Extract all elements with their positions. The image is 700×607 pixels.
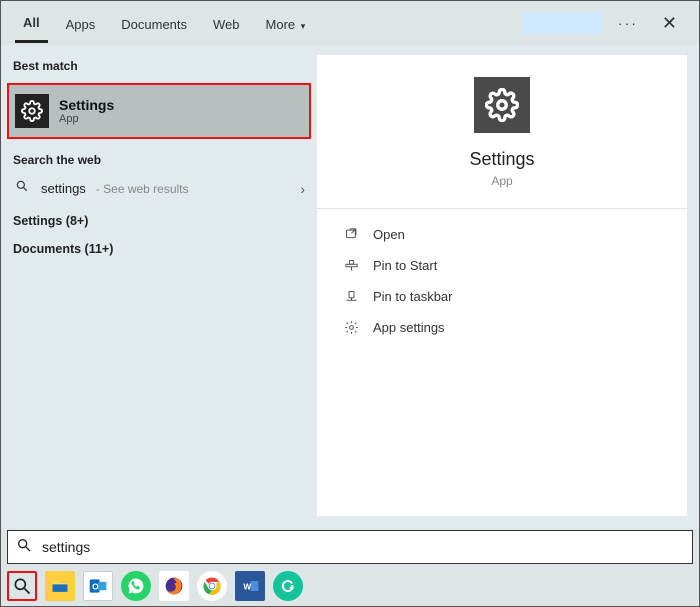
file-explorer-icon[interactable]	[45, 571, 75, 601]
search-icon	[13, 179, 31, 198]
search-icon	[16, 537, 36, 558]
results-panel: Best match Settings App Search the web s…	[1, 45, 317, 528]
main-area: Best match Settings App Search the web s…	[1, 45, 699, 528]
search-web-label: Search the web	[1, 147, 317, 173]
action-app-settings[interactable]: App settings	[317, 312, 687, 343]
details-panel: Settings App Open Pin to Start Pin to ta…	[317, 45, 699, 528]
word-icon[interactable]: W	[235, 571, 265, 601]
actions-list: Open Pin to Start Pin to taskbar App set…	[317, 209, 687, 353]
details-title: Settings	[469, 149, 534, 170]
web-hint: - See web results	[96, 182, 189, 196]
action-pin-start-label: Pin to Start	[373, 258, 437, 273]
pin-taskbar-icon	[343, 289, 359, 304]
tab-more[interactable]: More ▾	[258, 5, 314, 42]
best-match-title: Settings	[59, 97, 114, 113]
settings-icon	[15, 94, 49, 128]
web-result-row[interactable]: settings - See web results ›	[1, 173, 317, 204]
action-open-label: Open	[373, 227, 405, 242]
taskbar: O W	[1, 566, 699, 606]
action-app-settings-label: App settings	[373, 320, 445, 335]
firefox-icon[interactable]	[159, 571, 189, 601]
chrome-icon[interactable]	[197, 571, 227, 601]
svg-text:O: O	[92, 581, 99, 591]
open-icon	[343, 227, 359, 242]
search-input[interactable]	[36, 539, 684, 555]
grammarly-icon[interactable]	[273, 571, 303, 601]
pin-start-icon	[343, 258, 359, 273]
web-query: settings	[41, 181, 86, 196]
details-subtitle: App	[491, 174, 512, 188]
best-match-subtitle: App	[59, 113, 114, 125]
action-pin-taskbar-label: Pin to taskbar	[373, 289, 453, 304]
category-documents[interactable]: Documents (11+)	[1, 232, 317, 260]
category-settings[interactable]: Settings (8+)	[1, 204, 317, 232]
svg-text:W: W	[243, 581, 251, 591]
best-match-label: Best match	[1, 53, 317, 79]
tab-apps[interactable]: Apps	[58, 5, 104, 42]
options-icon[interactable]: ···	[612, 11, 644, 35]
best-match-result[interactable]: Settings App	[7, 83, 311, 139]
tab-documents[interactable]: Documents	[113, 5, 195, 42]
taskbar-search-button[interactable]	[7, 571, 37, 601]
details-card: Settings App Open Pin to Start Pin to ta…	[317, 55, 687, 516]
action-open[interactable]: Open	[317, 219, 687, 250]
outlook-icon[interactable]: O	[83, 571, 113, 601]
close-icon[interactable]: ✕	[654, 9, 685, 38]
tab-more-label: More	[266, 17, 296, 32]
gear-icon	[343, 320, 359, 335]
tab-web[interactable]: Web	[205, 5, 248, 42]
settings-icon	[474, 77, 530, 133]
search-box[interactable]	[7, 530, 693, 564]
chevron-right-icon: ›	[300, 181, 305, 197]
chevron-down-icon: ▾	[301, 21, 306, 32]
best-match-text: Settings App	[59, 97, 114, 125]
whatsapp-icon[interactable]	[121, 571, 151, 601]
action-pin-taskbar[interactable]: Pin to taskbar	[317, 281, 687, 312]
action-pin-start[interactable]: Pin to Start	[317, 250, 687, 281]
tab-all[interactable]: All	[15, 3, 48, 43]
filter-tabs: All Apps Documents Web More ▾ ··· ✕	[1, 1, 699, 45]
account-chip[interactable]	[522, 12, 602, 34]
